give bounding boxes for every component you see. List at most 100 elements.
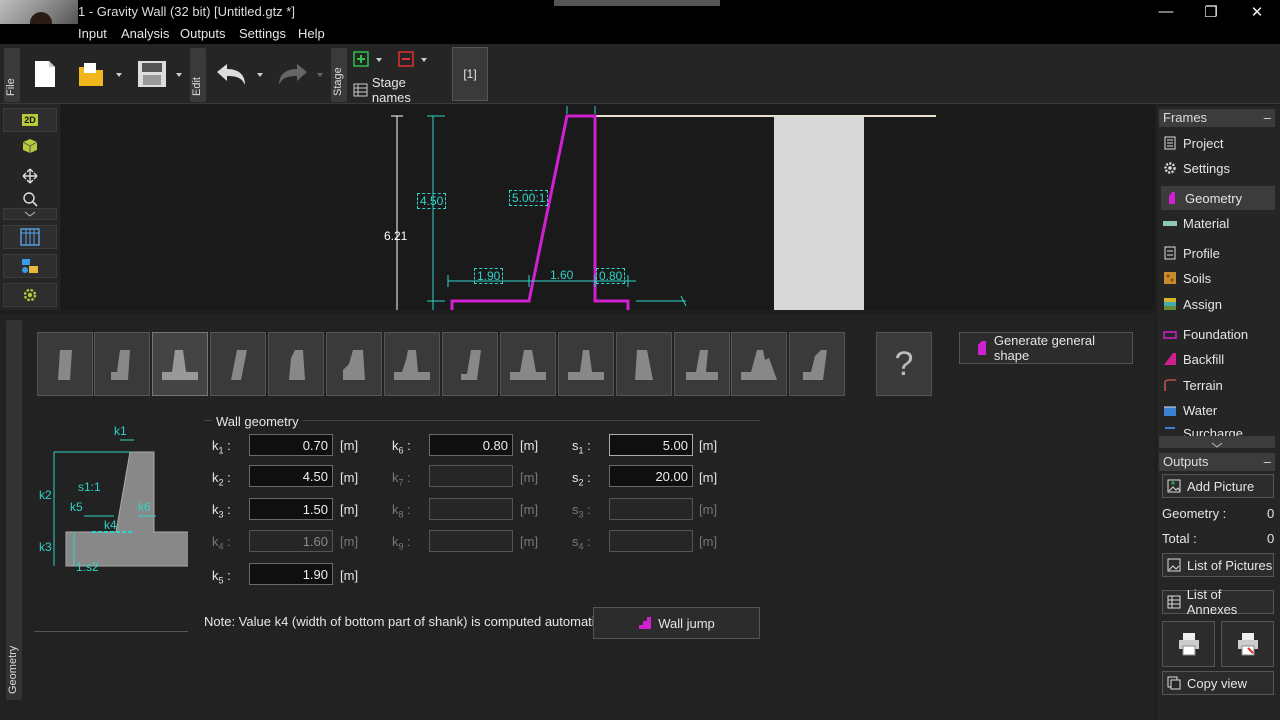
list-of-annexes-button[interactable]: List of Annexes bbox=[1162, 587, 1274, 617]
open-folder-icon bbox=[79, 63, 122, 86]
frame-project[interactable]: Project bbox=[1163, 131, 1275, 155]
menu-input[interactable]: Input bbox=[78, 26, 107, 41]
geometry-count: 0 bbox=[1267, 506, 1275, 521]
frame-backfill[interactable]: Backfill bbox=[1163, 347, 1275, 371]
drawing-canvas[interactable]: 6.21 4.50 5.00:1 1.90 1.60 0.80 bbox=[61, 104, 1155, 310]
k5-input[interactable] bbox=[249, 563, 333, 585]
copy-view-button[interactable]: Copy view bbox=[1162, 671, 1274, 695]
wall-shape-9[interactable] bbox=[500, 332, 556, 396]
wall-shape-8[interactable] bbox=[442, 332, 498, 396]
save-file-button[interactable] bbox=[135, 58, 185, 90]
edit-tab[interactable]: Edit bbox=[190, 48, 206, 102]
stage-tab[interactable]: Stage bbox=[331, 48, 347, 102]
wall-shape-12[interactable] bbox=[674, 332, 730, 396]
menu-settings[interactable]: Settings bbox=[239, 26, 286, 41]
frame-settings[interactable]: Settings bbox=[1163, 156, 1275, 180]
redo-button[interactable] bbox=[272, 60, 326, 88]
list-of-pictures-button[interactable]: List of Pictures bbox=[1162, 553, 1274, 577]
s3-label: s3 : bbox=[572, 502, 591, 520]
s1-input[interactable] bbox=[609, 434, 693, 456]
dim-k5-label: 1.90 bbox=[474, 268, 504, 284]
style-settings-button[interactable] bbox=[3, 254, 57, 278]
k6-label: k6 : bbox=[392, 438, 411, 456]
material-icon bbox=[1163, 221, 1177, 226]
frames-scroll-down[interactable] bbox=[1159, 436, 1275, 448]
foundation-icon bbox=[1163, 331, 1177, 339]
new-file-button[interactable] bbox=[30, 58, 60, 90]
undo-button[interactable] bbox=[212, 60, 266, 88]
wall-shape-2[interactable] bbox=[94, 332, 150, 396]
redo-icon bbox=[279, 64, 323, 85]
menu-analysis[interactable]: Analysis bbox=[121, 26, 169, 41]
frame-foundation[interactable]: Foundation bbox=[1163, 322, 1275, 346]
restore-button[interactable]: ❐ bbox=[1196, 3, 1226, 21]
k2-input[interactable] bbox=[249, 465, 333, 487]
frame-material[interactable]: Material bbox=[1163, 211, 1275, 235]
print-preview-button[interactable] bbox=[1221, 621, 1274, 667]
wall-shape-3[interactable] bbox=[152, 332, 208, 396]
frame-water[interactable]: Water bbox=[1163, 398, 1275, 422]
stage-1-button[interactable]: [1] bbox=[452, 47, 488, 101]
wall-shape-6[interactable] bbox=[326, 332, 382, 396]
help-button[interactable]: ? bbox=[876, 332, 932, 396]
open-file-button[interactable] bbox=[75, 58, 125, 90]
frame-surcharge[interactable]: Surcharge bbox=[1163, 424, 1275, 436]
menu-help[interactable]: Help bbox=[298, 26, 325, 41]
wall-shape-7[interactable] bbox=[384, 332, 440, 396]
frame-geometry[interactable]: Geometry bbox=[1161, 186, 1275, 210]
k6-input[interactable] bbox=[429, 434, 513, 456]
frame-assign[interactable]: Assign bbox=[1163, 292, 1275, 316]
sketch-k6: k6 bbox=[138, 500, 151, 514]
cube-3d-icon bbox=[22, 139, 38, 153]
expand-tools-button[interactable] bbox=[3, 208, 57, 220]
stage-names-button[interactable]: Stage names bbox=[353, 75, 443, 105]
frame-soils[interactable]: Soils bbox=[1163, 266, 1275, 290]
move-icon bbox=[22, 168, 38, 184]
styles-icon bbox=[22, 259, 38, 273]
geometry-side-tab[interactable]: Geometry bbox=[6, 320, 22, 700]
copy-view-icon bbox=[1167, 676, 1181, 690]
terrain-icon bbox=[1164, 379, 1176, 391]
pan-button[interactable] bbox=[3, 164, 57, 188]
wall-shape-11[interactable] bbox=[616, 332, 672, 396]
drawing-settings-button[interactable] bbox=[3, 283, 57, 307]
add-stage-icon bbox=[353, 51, 382, 67]
wall-shape-1[interactable] bbox=[37, 332, 93, 396]
wall-shape-10[interactable] bbox=[558, 332, 614, 396]
close-button[interactable]: ✕ bbox=[1242, 3, 1272, 21]
wall-sketch-drawing bbox=[53, 439, 188, 567]
remove-stage-button[interactable] bbox=[398, 51, 432, 69]
s2-unit: [m] bbox=[699, 470, 718, 485]
wall-shape-12-icon bbox=[686, 350, 718, 380]
grid-view-button[interactable] bbox=[3, 225, 57, 249]
wall-shape-14[interactable] bbox=[789, 332, 845, 396]
wall-shape-6-icon bbox=[343, 350, 365, 380]
frame-terrain[interactable]: Terrain bbox=[1163, 373, 1275, 397]
s2-input[interactable] bbox=[609, 465, 693, 487]
wall-shape-4[interactable] bbox=[210, 332, 266, 396]
minimize-button[interactable]: — bbox=[1151, 3, 1181, 20]
scroll-indicator bbox=[554, 0, 720, 6]
zoom-icon bbox=[23, 192, 38, 207]
view-2d-button[interactable]: 2D bbox=[3, 108, 57, 132]
ribbon-toolbar: File Edit Stage Stage names [1] bbox=[0, 44, 1280, 105]
view-2d-icon: 2D bbox=[22, 114, 38, 126]
wall-jump-button[interactable]: Wall jump bbox=[593, 607, 760, 639]
print-button[interactable] bbox=[1162, 621, 1215, 667]
wall-shape-13[interactable] bbox=[731, 332, 787, 396]
add-picture-button[interactable]: Add Picture bbox=[1162, 474, 1274, 498]
wall-shape-5[interactable] bbox=[268, 332, 324, 396]
k1-input[interactable] bbox=[249, 434, 333, 456]
add-stage-button[interactable] bbox=[353, 51, 387, 69]
remove-stage-icon bbox=[398, 51, 427, 67]
k3-input[interactable] bbox=[249, 498, 333, 520]
zoom-button[interactable] bbox=[3, 190, 57, 208]
total-count: 0 bbox=[1267, 531, 1275, 546]
dim-slope-label: 5.00:1 bbox=[509, 190, 549, 206]
sketch-k3: k3 bbox=[39, 540, 52, 554]
view-3d-button[interactable] bbox=[3, 134, 57, 158]
dim-total-height: 6.21 bbox=[384, 229, 408, 243]
generate-general-shape-button[interactable]: Generate general shape bbox=[959, 332, 1133, 364]
file-tab[interactable]: File bbox=[4, 48, 20, 102]
frame-profile[interactable]: Profile bbox=[1163, 241, 1275, 265]
